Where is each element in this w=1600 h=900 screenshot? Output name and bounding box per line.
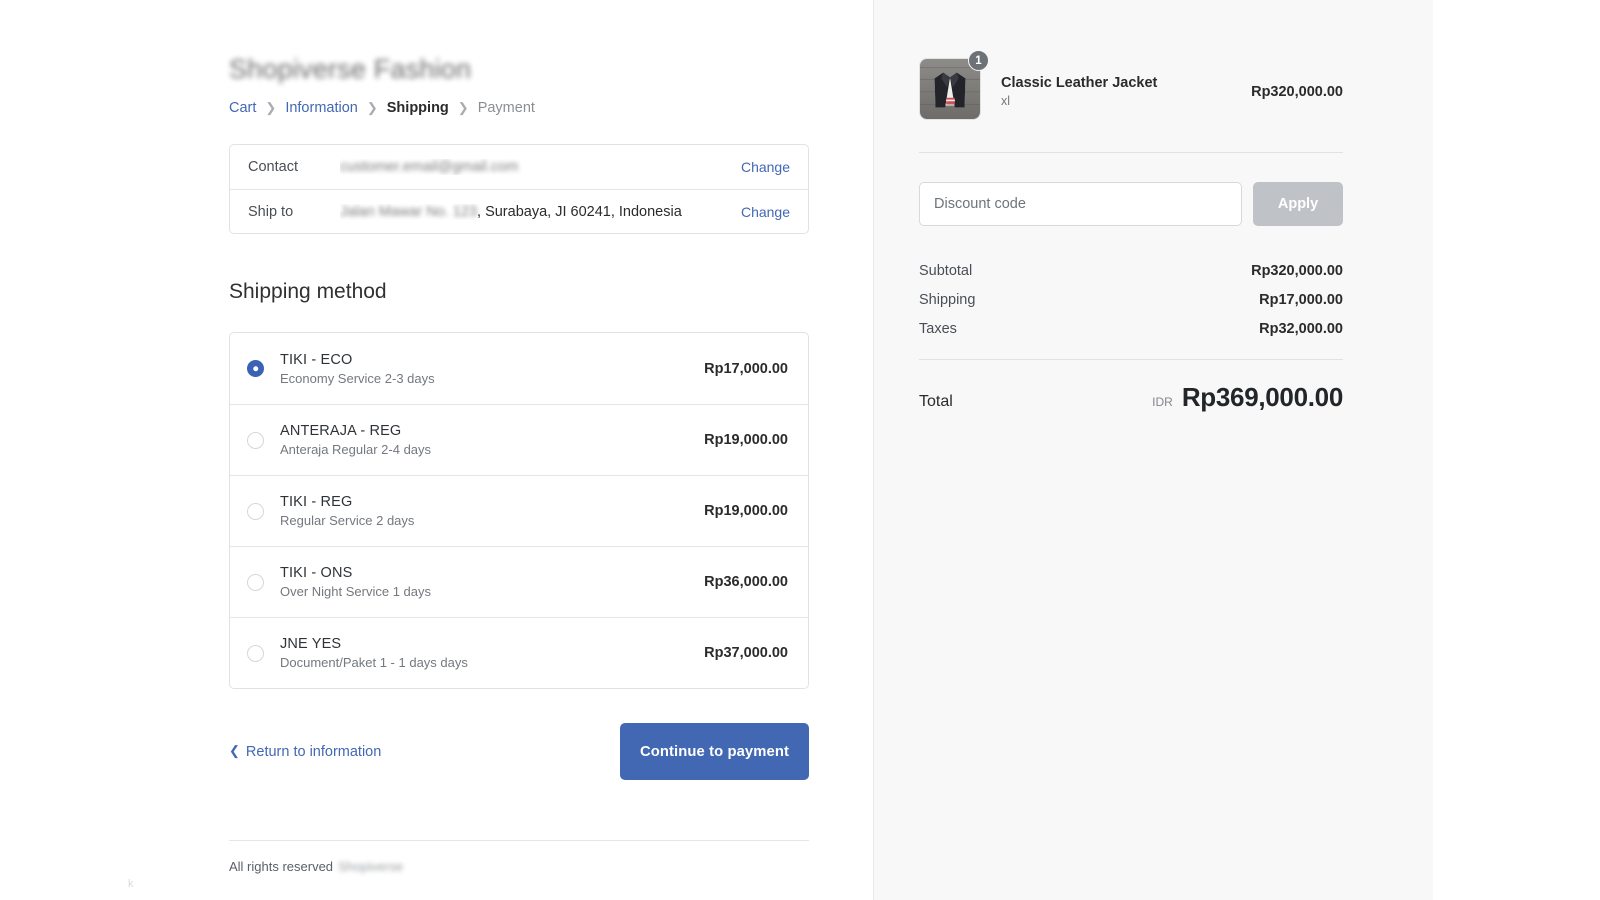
shipping-option-name: ANTERAJA - REG xyxy=(280,423,704,439)
product-thumbnail-wrap: 1 xyxy=(919,58,981,120)
quantity-badge: 1 xyxy=(968,50,989,71)
shipping-label: Shipping xyxy=(919,292,975,308)
shipping-option-tiki-reg[interactable]: TIKI - REG Regular Service 2 days Rp19,0… xyxy=(230,475,808,546)
ship-to-label: Ship to xyxy=(248,204,340,220)
shipping-option-name: TIKI - REG xyxy=(280,494,704,510)
contact-value: customer.email@gmail.com xyxy=(340,159,741,175)
apply-discount-button[interactable]: Apply xyxy=(1253,182,1343,226)
shipping-option-description: Document/Paket 1 - 1 days days xyxy=(280,655,704,670)
contact-change-link[interactable]: Change xyxy=(741,159,790,175)
return-link-label: Return to information xyxy=(246,744,381,760)
contact-email-redacted: customer.email@gmail.com xyxy=(340,159,518,175)
totals-list: Subtotal Rp320,000.00 Shipping Rp17,000.… xyxy=(919,256,1343,343)
shipping-option-tiki-eco[interactable]: TIKI - ECO Economy Service 2-3 days Rp17… xyxy=(230,333,808,404)
breadcrumb: Cart ❯ Information ❯ Shipping ❯ Payment xyxy=(229,98,809,118)
order-info-card: Contact customer.email@gmail.com Change … xyxy=(229,144,809,234)
radio-jne-yes[interactable] xyxy=(247,645,264,662)
shipping-option-description: Anteraja Regular 2-4 days xyxy=(280,442,704,457)
breadcrumb-item-shipping[interactable]: Shipping xyxy=(387,100,449,116)
contact-row: Contact customer.email@gmail.com Change xyxy=(230,145,808,189)
breadcrumb-item-payment: Payment xyxy=(478,100,535,116)
return-to-information-link[interactable]: ❮ Return to information xyxy=(229,744,381,760)
footer-rights-label: All rights reserved xyxy=(229,859,333,874)
shipping-option-description: Over Night Service 1 days xyxy=(280,584,704,599)
continue-to-payment-button[interactable]: Continue to payment xyxy=(620,723,809,780)
checkout-page: Shopiverse Fashion Cart ❯ Information ❯ … xyxy=(0,0,1600,900)
ship-to-street-redacted: Jalan Mawar No. 123 xyxy=(340,204,477,220)
chevron-right-icon: ❯ xyxy=(367,101,378,114)
shipping-option-tiki-ons[interactable]: TIKI - ONS Over Night Service 1 days Rp3… xyxy=(230,546,808,617)
shipping-option-price: Rp17,000.00 xyxy=(704,361,788,377)
shipping-option-description: Regular Service 2 days xyxy=(280,513,704,528)
shipping-method-heading: Shipping method xyxy=(229,280,809,304)
footer-text: All rights reserved Shopiverse xyxy=(229,859,809,874)
shipping-option-jne-yes[interactable]: JNE YES Document/Paket 1 - 1 days days R… xyxy=(230,617,808,688)
shipping-option-name: TIKI - ONS xyxy=(280,565,704,581)
order-line-item: 1 Classic Leather Jacket xl Rp320,000.00 xyxy=(919,58,1343,120)
summary-divider-grand xyxy=(919,359,1343,360)
contact-label: Contact xyxy=(248,159,340,175)
ship-to-row: Ship to Jalan Mawar No. 123, Surabaya, J… xyxy=(230,189,808,233)
shipping-option-name: JNE YES xyxy=(280,636,704,652)
radio-tiki-eco[interactable] xyxy=(247,360,264,377)
footer-store-name-redacted: Shopiverse xyxy=(338,859,403,874)
taxes-value: Rp32,000.00 xyxy=(1259,321,1343,337)
subtotal-value: Rp320,000.00 xyxy=(1251,263,1343,279)
footer: All rights reserved Shopiverse xyxy=(229,840,809,874)
total-row-subtotal: Subtotal Rp320,000.00 xyxy=(919,256,1343,285)
shipping-option-name: TIKI - ECO xyxy=(280,352,704,368)
grand-total-currency: IDR xyxy=(1152,395,1173,409)
store-title: Shopiverse Fashion xyxy=(229,54,809,88)
shipping-value: Rp17,000.00 xyxy=(1259,292,1343,308)
discount-code-input[interactable] xyxy=(919,182,1242,226)
shipping-option-description: Economy Service 2-3 days xyxy=(280,371,704,386)
discount-row: Apply xyxy=(919,182,1343,226)
shipping-option-price: Rp19,000.00 xyxy=(704,503,788,519)
order-summary-panel: 1 Classic Leather Jacket xl Rp320,000.00… xyxy=(874,0,1433,900)
radio-tiki-ons[interactable] xyxy=(247,574,264,591)
grand-total-amount: Rp369,000.00 xyxy=(1182,382,1343,413)
shipping-option-price: Rp19,000.00 xyxy=(704,432,788,448)
radio-anteraja-reg[interactable] xyxy=(247,432,264,449)
product-price: Rp320,000.00 xyxy=(1251,58,1343,100)
grand-total-row: Total IDR Rp369,000.00 xyxy=(919,382,1343,413)
summary-divider-top xyxy=(919,152,1343,153)
shipping-options-list: TIKI - ECO Economy Service 2-3 days Rp17… xyxy=(229,332,809,689)
chevron-right-icon: ❯ xyxy=(265,101,276,114)
checkout-main-column: Shopiverse Fashion Cart ❯ Information ❯ … xyxy=(0,0,873,900)
shipping-option-price: Rp37,000.00 xyxy=(704,645,788,661)
order-summary-column: 1 Classic Leather Jacket xl Rp320,000.00… xyxy=(873,0,1600,900)
corner-mark: k xyxy=(128,878,134,890)
total-row-taxes: Taxes Rp32,000.00 xyxy=(919,314,1343,343)
shipping-option-anteraja-reg[interactable]: ANTERAJA - REG Anteraja Regular 2-4 days… xyxy=(230,404,808,475)
grand-total-label: Total xyxy=(919,393,953,411)
product-variant: xl xyxy=(1001,94,1251,108)
ship-to-value: Jalan Mawar No. 123, Surabaya, JI 60241,… xyxy=(340,204,741,220)
chevron-right-icon: ❯ xyxy=(458,101,469,114)
taxes-label: Taxes xyxy=(919,321,957,337)
radio-tiki-reg[interactable] xyxy=(247,503,264,520)
shipping-option-price: Rp36,000.00 xyxy=(704,574,788,590)
chevron-left-icon: ❮ xyxy=(229,743,240,759)
checkout-actions: ❮ Return to information Continue to paym… xyxy=(229,723,809,780)
total-row-shipping: Shipping Rp17,000.00 xyxy=(919,285,1343,314)
product-title: Classic Leather Jacket xyxy=(1001,75,1251,91)
breadcrumb-item-information[interactable]: Information xyxy=(285,100,358,116)
ship-to-city-region: , Surabaya, JI 60241, Indonesia xyxy=(477,204,682,220)
breadcrumb-item-cart[interactable]: Cart xyxy=(229,100,256,116)
subtotal-label: Subtotal xyxy=(919,263,972,279)
ship-to-change-link[interactable]: Change xyxy=(741,204,790,220)
